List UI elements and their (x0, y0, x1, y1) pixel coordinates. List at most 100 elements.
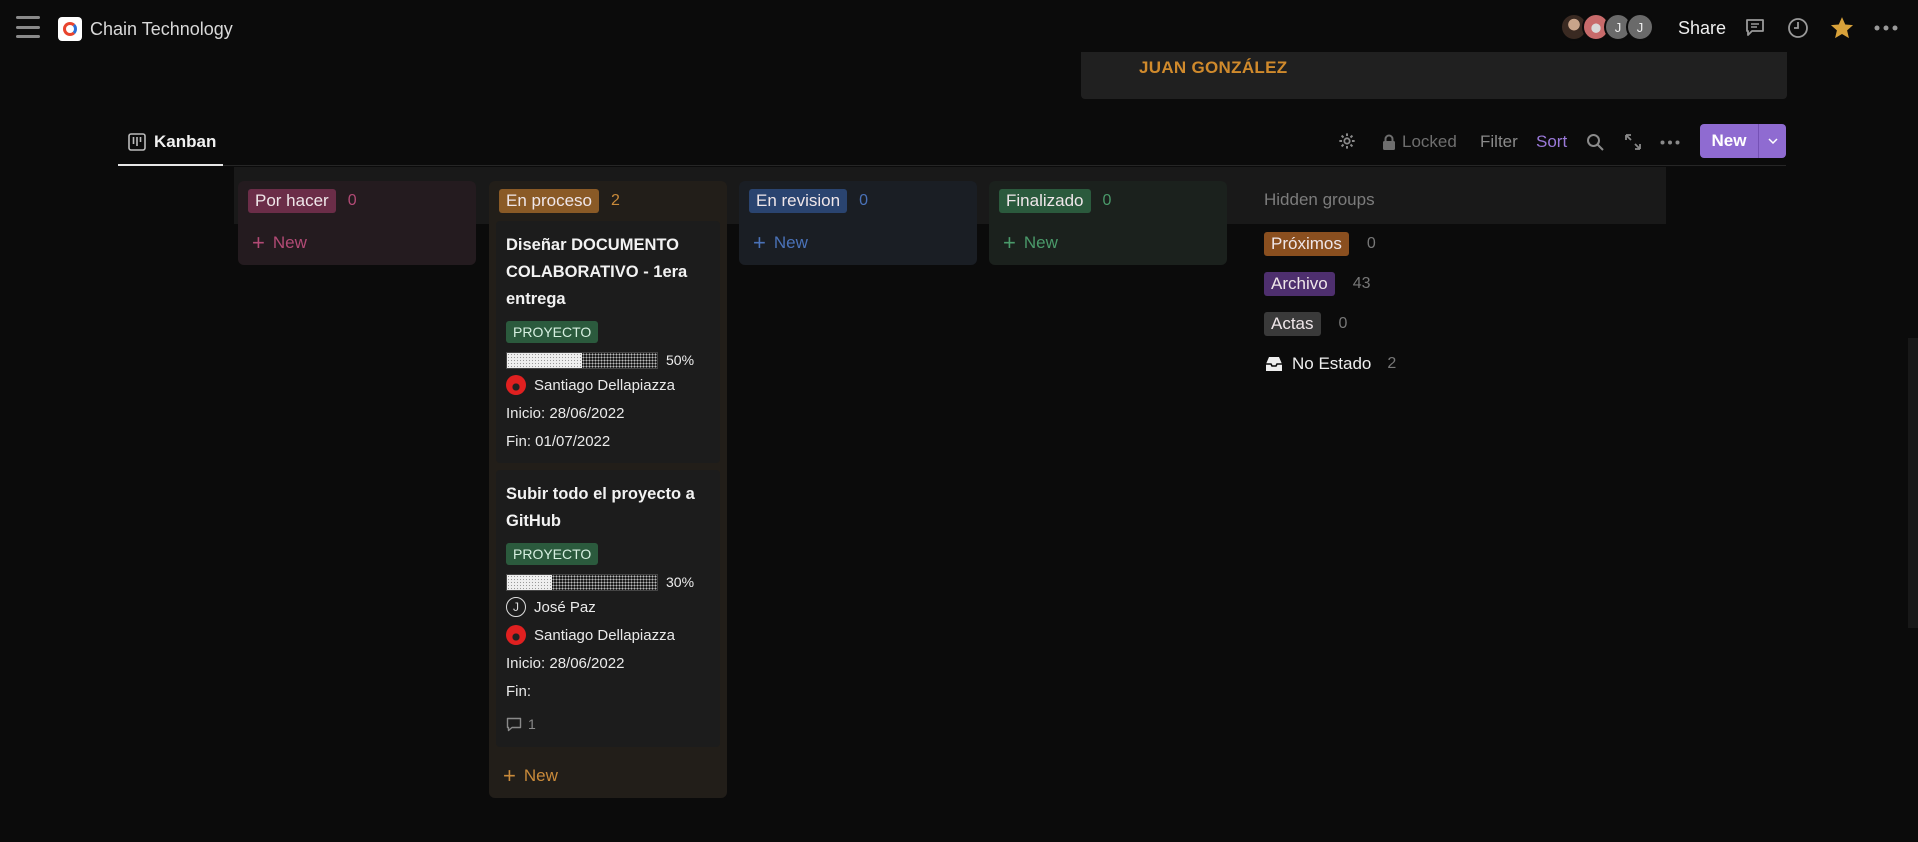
collaborator-avatars[interactable]: J J (1560, 13, 1654, 41)
search-icon[interactable] (1586, 133, 1604, 151)
add-card-button[interactable]: + New (238, 221, 476, 265)
card-title: Subir todo el proyecto a GitHub (506, 485, 695, 530)
column-count: 2 (611, 192, 620, 209)
status-pill: Finalizado (999, 189, 1091, 213)
add-card-button[interactable]: + New (739, 221, 977, 265)
scrollbar[interactable] (1908, 338, 1918, 628)
plus-icon: + (1003, 230, 1016, 255)
plus-icon: + (753, 230, 766, 255)
star-icon[interactable] (1829, 15, 1855, 41)
column-header[interactable]: Finalizado 0 (989, 181, 1227, 221)
progress-bar (506, 351, 658, 369)
column-count: 0 (1102, 192, 1112, 209)
group-count: 2 (1387, 355, 1397, 372)
page-title[interactable]: Chain Technology (90, 19, 233, 40)
hidden-group-actas[interactable]: Actas 0 (1264, 304, 1564, 344)
add-card-label: New (272, 233, 307, 252)
clock-icon[interactable] (1785, 15, 1811, 41)
status-pill: En revision (749, 189, 848, 213)
tag-badge: PROYECTO (506, 321, 599, 343)
no-estado-label: No Estado (1292, 354, 1372, 373)
avatar (506, 625, 526, 645)
assignee-name: Santiago Dellapiazza (534, 626, 675, 644)
assignee-name: Santiago Dellapiazza (534, 376, 675, 394)
group-count: 0 (1366, 235, 1376, 252)
hidden-group-no-estado[interactable]: No Estado 2 (1264, 344, 1564, 384)
start-date: Inicio: 28/06/2022 (506, 654, 625, 672)
comment-icon[interactable] (1742, 15, 1768, 41)
add-card-button[interactable]: + New (489, 754, 727, 798)
sort-button[interactable]: Sort (1536, 132, 1567, 152)
plus-icon: + (503, 763, 516, 788)
avatar: J (506, 597, 526, 617)
add-card-label: New (523, 766, 558, 785)
assignee[interactable]: Santiago Dellapiazza (506, 621, 711, 649)
more-icon[interactable] (1873, 15, 1899, 41)
filter-button[interactable]: Filter (1480, 132, 1518, 152)
view-toolbar: Kanban Locked Filter Sort New (118, 120, 1786, 166)
kanban-card[interactable]: Subir todo el proyecto a GitHub PROYECTO… (496, 470, 720, 747)
progress-bar (506, 573, 658, 591)
column-en-revision: En revision 0 + New (739, 181, 977, 265)
hamburger-menu-icon[interactable] (16, 16, 40, 38)
add-card-label: New (1023, 233, 1058, 252)
top-bar: Chain Technology J J Share (0, 0, 1918, 56)
status-pill: En proceso (499, 189, 599, 213)
column-por-hacer: Por hacer 0 + New (238, 181, 476, 265)
progress-row: 50% (506, 349, 711, 371)
add-card-button[interactable]: + New (989, 221, 1227, 265)
workspace-logo-icon (58, 17, 82, 41)
more-options-icon[interactable] (1660, 140, 1680, 145)
status-pill: Archivo (1264, 272, 1335, 296)
hidden-group-archivo[interactable]: Archivo 43 (1264, 264, 1564, 304)
avatar (506, 375, 526, 395)
avatar[interactable]: J (1626, 13, 1654, 41)
comment-count[interactable]: 1 (506, 709, 711, 739)
card-title: Diseñar DOCUMENTO COLABORATIVO - 1era en… (506, 236, 688, 308)
callout-block: JUAN GONZÁLEZ (1081, 52, 1787, 99)
new-button[interactable]: New (1700, 124, 1786, 158)
inbox-icon (1266, 357, 1282, 371)
progress-fill (507, 352, 582, 368)
tab-label: Kanban (154, 132, 217, 151)
status-pill: Próximos (1264, 232, 1349, 256)
comment-count-value: 1 (528, 716, 536, 732)
comment-icon (506, 717, 522, 731)
settings-gear-icon[interactable] (1338, 132, 1356, 150)
hidden-group-proximos[interactable]: Próximos 0 (1264, 224, 1564, 264)
progress-row: 30% (506, 571, 711, 593)
group-count: 43 (1352, 275, 1371, 292)
assignee[interactable]: J José Paz (506, 593, 711, 621)
progress-percent: 50% (666, 352, 695, 368)
progress-percent: 30% (666, 574, 695, 590)
column-header[interactable]: Por hacer 0 (238, 181, 476, 221)
tab-kanban[interactable]: Kanban (118, 120, 223, 166)
column-count: 0 (347, 192, 357, 209)
chevron-down-icon[interactable] (1758, 124, 1786, 158)
assignee[interactable]: Santiago Dellapiazza (506, 371, 711, 399)
expand-icon[interactable] (1624, 133, 1642, 151)
status-pill: Actas (1264, 312, 1321, 336)
kanban-card[interactable]: Diseñar DOCUMENTO COLABORATIVO - 1era en… (496, 221, 720, 463)
column-count: 0 (859, 192, 869, 209)
add-card-label: New (773, 233, 808, 252)
hidden-groups-panel: Hidden groups Próximos 0 Archivo 43 Acta… (1264, 190, 1564, 384)
column-header[interactable]: En revision 0 (739, 181, 977, 221)
plus-icon: + (252, 230, 265, 255)
group-count: 0 (1338, 315, 1348, 332)
share-button[interactable]: Share (1678, 18, 1726, 39)
new-button-label: New (1711, 131, 1747, 150)
column-en-proceso: En proceso 2 Diseñar DOCUMENTO COLABORAT… (489, 181, 727, 798)
hidden-groups-title: Hidden groups (1264, 190, 1375, 209)
progress-fill (507, 574, 552, 590)
start-date: Inicio: 28/06/2022 (506, 404, 625, 422)
person-name: JUAN GONZÁLEZ (1139, 58, 1288, 77)
column-header[interactable]: En proceso 2 (489, 181, 727, 221)
column-finalizado: Finalizado 0 + New (989, 181, 1227, 265)
status-pill: Por hacer (248, 189, 336, 213)
end-date: Fin: 01/07/2022 (506, 432, 611, 450)
tag-badge: PROYECTO (506, 543, 599, 565)
assignee-name: José Paz (534, 598, 596, 616)
lock-icon (1383, 134, 1395, 150)
locked-button[interactable]: Locked (1382, 132, 1457, 152)
